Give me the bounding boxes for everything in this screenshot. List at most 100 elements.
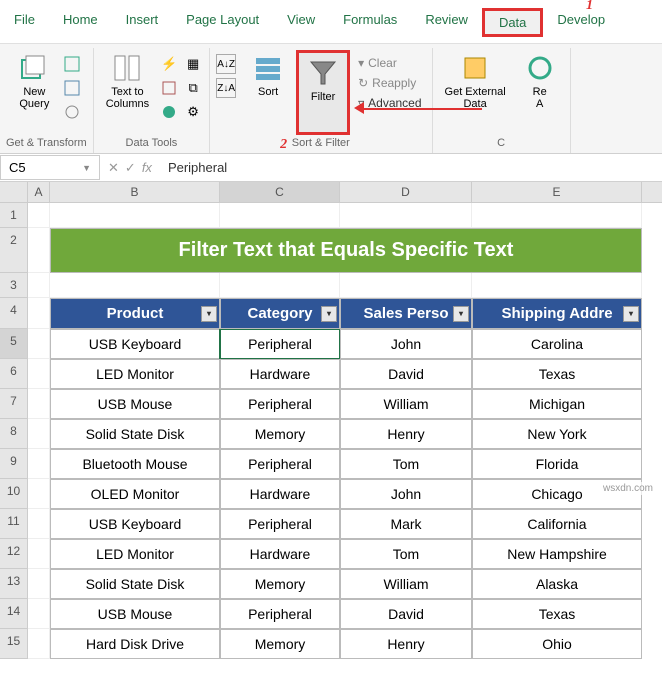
row-header-4[interactable]: 4 xyxy=(0,298,28,329)
row-header-5[interactable]: 5 xyxy=(0,329,28,359)
cell[interactable] xyxy=(340,203,472,228)
table-cell[interactable]: USB Mouse xyxy=(50,599,220,629)
select-all-corner[interactable] xyxy=(0,182,28,202)
table-cell[interactable]: Tom xyxy=(340,539,472,569)
table-cell[interactable]: Hardware xyxy=(220,539,340,569)
row-header-11[interactable]: 11 xyxy=(0,509,28,539)
table-cell[interactable]: Mark xyxy=(340,509,472,539)
row-header-7[interactable]: 7 xyxy=(0,389,28,419)
cell[interactable] xyxy=(472,203,642,228)
from-table-icon[interactable] xyxy=(62,78,82,98)
tab-insert[interactable]: Insert xyxy=(112,8,173,37)
remove-duplicates-icon[interactable] xyxy=(159,78,179,98)
reapply-button[interactable]: ↻Reapply xyxy=(354,74,425,92)
table-cell[interactable]: Henry xyxy=(340,629,472,659)
row-header-10[interactable]: 10 xyxy=(0,479,28,509)
data-validation-icon[interactable] xyxy=(159,102,179,122)
table-cell[interactable]: David xyxy=(340,599,472,629)
sort-button[interactable]: Sort xyxy=(244,50,292,135)
consolidate-icon[interactable]: ▦ xyxy=(183,54,203,74)
tab-formulas[interactable]: Formulas xyxy=(329,8,411,37)
enter-icon[interactable]: ✓ xyxy=(125,160,136,176)
filter-dropdown-icon[interactable]: ▾ xyxy=(201,306,217,322)
table-cell[interactable]: Florida xyxy=(472,449,642,479)
sort-za-icon[interactable]: Z↓A xyxy=(216,78,236,98)
table-cell[interactable]: David xyxy=(340,359,472,389)
clear-button[interactable]: ▾Clear xyxy=(354,54,425,72)
col-header-b[interactable]: B xyxy=(50,182,220,202)
table-cell[interactable]: John xyxy=(340,479,472,509)
table-cell[interactable]: Ohio xyxy=(472,629,642,659)
table-cell[interactable]: Memory xyxy=(220,569,340,599)
new-query-button[interactable]: New Query xyxy=(10,50,58,135)
filter-button[interactable]: Filter xyxy=(296,50,350,135)
namebox-dropdown-icon[interactable]: ▼ xyxy=(82,163,91,173)
col-header-c[interactable]: C xyxy=(220,182,340,202)
table-cell[interactable]: William xyxy=(340,389,472,419)
cell[interactable] xyxy=(50,203,220,228)
table-cell[interactable]: Hardware xyxy=(220,479,340,509)
row-header-12[interactable]: 12 xyxy=(0,539,28,569)
table-cell[interactable]: John xyxy=(340,329,472,359)
row-header-13[interactable]: 13 xyxy=(0,569,28,599)
recent-sources-icon[interactable] xyxy=(62,102,82,122)
tab-developer[interactable]: Develop xyxy=(543,8,619,37)
table-cell[interactable]: Hardware xyxy=(220,359,340,389)
table-cell[interactable]: Solid State Disk xyxy=(50,569,220,599)
col-header-a[interactable]: A xyxy=(28,182,50,202)
row-header-9[interactable]: 9 xyxy=(0,449,28,479)
fx-icon[interactable]: fx xyxy=(142,160,152,176)
table-cell[interactable]: Peripheral xyxy=(220,389,340,419)
table-cell[interactable]: Peripheral xyxy=(220,329,340,359)
show-queries-icon[interactable] xyxy=(62,54,82,74)
row-header-14[interactable]: 14 xyxy=(0,599,28,629)
sort-az-icon[interactable]: A↓Z xyxy=(216,54,236,74)
table-cell[interactable]: LED Monitor xyxy=(50,539,220,569)
tab-file[interactable]: File xyxy=(0,8,49,37)
table-cell[interactable]: Bluetooth Mouse xyxy=(50,449,220,479)
row-header-6[interactable]: 6 xyxy=(0,359,28,389)
table-cell[interactable]: LED Monitor xyxy=(50,359,220,389)
table-header[interactable]: Category▾ xyxy=(220,298,340,329)
text-to-columns-button[interactable]: Text to Columns xyxy=(100,50,155,135)
formula-input[interactable]: Peripheral xyxy=(160,156,662,179)
table-cell[interactable]: Peripheral xyxy=(220,599,340,629)
table-cell[interactable]: New Hampshire xyxy=(472,539,642,569)
table-cell[interactable]: Peripheral xyxy=(220,449,340,479)
table-cell[interactable]: Peripheral xyxy=(220,509,340,539)
table-cell[interactable]: USB Keyboard xyxy=(50,329,220,359)
table-cell[interactable]: Texas xyxy=(472,359,642,389)
table-cell[interactable]: Alaska xyxy=(472,569,642,599)
table-cell[interactable]: OLED Monitor xyxy=(50,479,220,509)
tab-view[interactable]: View xyxy=(273,8,329,37)
get-external-data-button[interactable]: Get External Data xyxy=(439,50,512,135)
row-header-3[interactable]: 3 xyxy=(0,273,28,298)
cell-a1[interactable] xyxy=(28,203,50,228)
manage-model-icon[interactable]: ⚙ xyxy=(183,102,203,122)
tab-page-layout[interactable]: Page Layout xyxy=(172,8,273,37)
table-cell[interactable]: Michigan xyxy=(472,389,642,419)
table-cell[interactable]: New York xyxy=(472,419,642,449)
table-cell[interactable]: Carolina xyxy=(472,329,642,359)
table-header[interactable]: Sales Perso▾ xyxy=(340,298,472,329)
table-cell[interactable]: Memory xyxy=(220,419,340,449)
table-cell[interactable]: William xyxy=(340,569,472,599)
table-header[interactable]: Shipping Addre▾ xyxy=(472,298,642,329)
row-header-15[interactable]: 15 xyxy=(0,629,28,659)
table-cell[interactable]: USB Keyboard xyxy=(50,509,220,539)
filter-dropdown-icon[interactable]: ▾ xyxy=(623,306,639,322)
relationships-icon[interactable]: ⧉ xyxy=(183,78,203,98)
tab-data[interactable]: Data xyxy=(482,8,543,37)
table-cell[interactable]: Henry xyxy=(340,419,472,449)
row-header-8[interactable]: 8 xyxy=(0,419,28,449)
filter-dropdown-icon[interactable]: ▾ xyxy=(321,306,337,322)
table-cell[interactable]: Texas xyxy=(472,599,642,629)
table-cell[interactable]: USB Mouse xyxy=(50,389,220,419)
row-header-1[interactable]: 1 xyxy=(0,203,28,228)
table-cell[interactable]: California xyxy=(472,509,642,539)
col-header-d[interactable]: D xyxy=(340,182,472,202)
cell[interactable] xyxy=(220,203,340,228)
table-header[interactable]: Product▾ xyxy=(50,298,220,329)
cancel-icon[interactable]: ✕ xyxy=(108,160,119,176)
table-cell[interactable]: Solid State Disk xyxy=(50,419,220,449)
